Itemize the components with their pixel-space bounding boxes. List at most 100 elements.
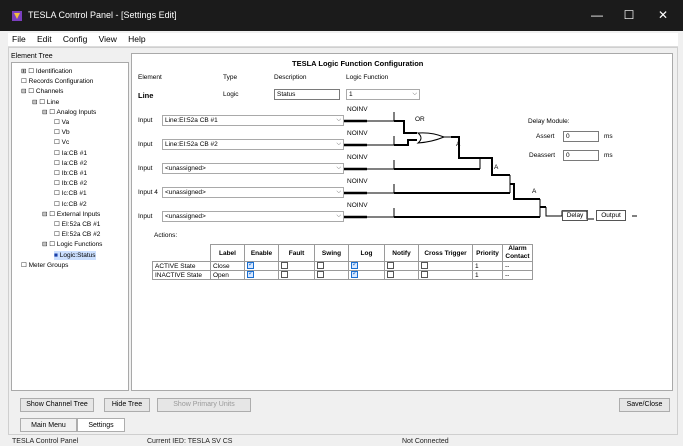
swing-cell[interactable]: [314, 270, 349, 280]
cross-trigger-cell[interactable]: [418, 270, 473, 280]
delay-module-label: Delay Module:: [528, 118, 570, 125]
swing-cell[interactable]: [314, 261, 349, 271]
tree-node[interactable]: ☐ EI:52a CB #2: [54, 230, 100, 239]
header-enable: Enable: [244, 244, 279, 262]
window-title: TESLA Control Panel - [Settings Edit]: [28, 10, 177, 20]
status-connection: Not Connected: [402, 438, 449, 445]
tree-node-label: Vb: [61, 129, 70, 137]
actions-table: Label Enable Fault Swing Log Notify Cros…: [152, 244, 533, 280]
enable-checkbox[interactable]: [247, 269, 254, 279]
tree-node-label: Records Configuration: [28, 78, 94, 86]
tree-node[interactable]: ☐ Ic:CB #2: [54, 200, 87, 209]
menu-view[interactable]: View: [99, 33, 117, 46]
cross-trigger-cell[interactable]: [418, 261, 473, 271]
tree-node[interactable]: ☐ Vc: [54, 138, 69, 147]
cross-trigger-checkbox[interactable]: [421, 262, 428, 270]
tree-node-label: Line: [46, 98, 60, 106]
assert-input[interactable]: 0: [563, 131, 599, 142]
priority-cell[interactable]: 1: [472, 261, 503, 271]
noinv-label-3: NOINV: [347, 154, 368, 161]
save-close-button[interactable]: Save/Close: [619, 398, 670, 412]
tree-node[interactable]: ☐ Vb: [54, 128, 70, 137]
menu-file[interactable]: File: [12, 33, 26, 46]
minimize-button[interactable]: —: [586, 7, 608, 23]
table-header-blank: [153, 245, 211, 262]
tree-node-icon: ☐: [54, 231, 60, 239]
tree-node[interactable]: ☐ Ia:CB #2: [54, 159, 87, 168]
priority-cell[interactable]: 1: [472, 270, 503, 280]
tree-node[interactable]: ■ Logic:Status: [54, 250, 96, 260]
notify-checkbox[interactable]: [387, 271, 394, 279]
enable-checkbox[interactable]: [247, 260, 254, 270]
alarm-contact-cell[interactable]: --: [502, 270, 533, 280]
tree-node-icon: ⊟ ☐: [42, 241, 56, 249]
tree-node[interactable]: ☐ Meter Groups: [21, 261, 68, 270]
tree-node-label: Vc: [61, 139, 70, 147]
tab-main-menu[interactable]: Main Menu: [20, 418, 77, 432]
deassert-label: Deassert: [529, 152, 556, 159]
menu-config[interactable]: Config: [63, 33, 88, 46]
tree-node-icon: ☐: [54, 159, 60, 167]
tree-node[interactable]: ☐ Ib:CB #2: [54, 179, 87, 188]
gate-and-label-2: A: [494, 164, 499, 171]
noinv-label-5: NOINV: [347, 202, 368, 209]
row-state: INACTIVE State: [152, 270, 211, 280]
log-checkbox[interactable]: [351, 260, 358, 270]
fault-cell[interactable]: [278, 261, 315, 271]
tree-node-icon: ☐: [54, 200, 60, 208]
tab-settings[interactable]: Settings: [77, 418, 125, 432]
fault-cell[interactable]: [278, 270, 315, 280]
tree-node[interactable]: ☐ EI:52a CB #1: [54, 220, 100, 229]
swing-checkbox[interactable]: [317, 262, 324, 270]
tree-node-icon: ■: [54, 251, 58, 259]
tree-node[interactable]: ☐ Ic:CB #1: [54, 189, 87, 198]
tree-node[interactable]: ☐ Records Configuration: [21, 77, 93, 86]
row-label-input[interactable]: Close: [210, 261, 245, 271]
deassert-unit: ms: [604, 152, 613, 159]
hide-tree-button[interactable]: Hide Tree: [104, 398, 150, 412]
status-bar: TESLA Control Panel Current IED: TESLA S…: [0, 437, 683, 446]
cross-trigger-checkbox[interactable]: [421, 271, 428, 279]
deassert-input[interactable]: 0: [563, 150, 599, 161]
fault-checkbox[interactable]: [281, 271, 288, 279]
tree-node-icon: ☐: [21, 78, 27, 86]
tree-node-label: Logic Functions: [56, 241, 103, 249]
alarm-contact-cell[interactable]: --: [502, 261, 533, 271]
log-cell[interactable]: [348, 269, 385, 280]
header-notify: Notify: [384, 244, 419, 262]
tree-node-label: Analog Inputs: [56, 108, 97, 116]
log-checkbox[interactable]: [351, 269, 358, 279]
status-ied: Current IED: TESLA SV CS: [147, 438, 233, 445]
maximize-button[interactable]: ☐: [618, 7, 640, 23]
menu-edit[interactable]: Edit: [37, 33, 52, 46]
swing-checkbox[interactable]: [317, 271, 324, 279]
notify-cell[interactable]: [384, 270, 419, 280]
title-bar: TESLA Control Panel - [Settings Edit] — …: [0, 0, 683, 31]
element-tree[interactable]: ⊞ ☐ Identification ☐ Records Configuratio…: [11, 62, 129, 391]
close-button[interactable]: ✕: [652, 7, 674, 23]
show-channel-tree-button[interactable]: Show Channel Tree: [20, 398, 94, 412]
actions-label: Actions:: [154, 232, 178, 239]
notify-checkbox[interactable]: [387, 262, 394, 270]
header-priority: Priority: [472, 244, 503, 262]
header-swing: Swing: [314, 244, 349, 262]
enable-cell[interactable]: [244, 269, 279, 280]
tree-node-label: Ic:CB #1: [61, 190, 87, 198]
tree-node[interactable]: ☐ Ib:CB #1: [54, 169, 87, 178]
show-primary-units-button[interactable]: Show Primary Units: [157, 398, 251, 412]
tree-node-icon: ☐: [54, 170, 60, 177]
notify-cell[interactable]: [384, 261, 419, 271]
tree-node[interactable]: ⊟ ☐ Channels: [21, 87, 63, 96]
tree-node[interactable]: ⊟ ☐ Line: [32, 98, 59, 107]
assert-unit: ms: [604, 133, 613, 140]
tree-node-label: EI:52a CB #1: [61, 221, 101, 228]
tree-node[interactable]: ⊞ ☐ Identification: [21, 67, 72, 76]
menu-help[interactable]: Help: [128, 33, 145, 46]
row-label-input[interactable]: Open: [210, 270, 245, 280]
tree-node[interactable]: ☐ Ia:CB #1: [54, 149, 87, 158]
tree-node[interactable]: ⊟ ☐ Analog Inputs: [42, 108, 96, 117]
fault-checkbox[interactable]: [281, 262, 288, 270]
tree-node[interactable]: ⊟ ☐ External Inputs: [42, 210, 100, 219]
tree-node[interactable]: ⊟ ☐ Logic Functions: [42, 240, 102, 249]
tree-node[interactable]: ☐ Va: [54, 118, 69, 127]
